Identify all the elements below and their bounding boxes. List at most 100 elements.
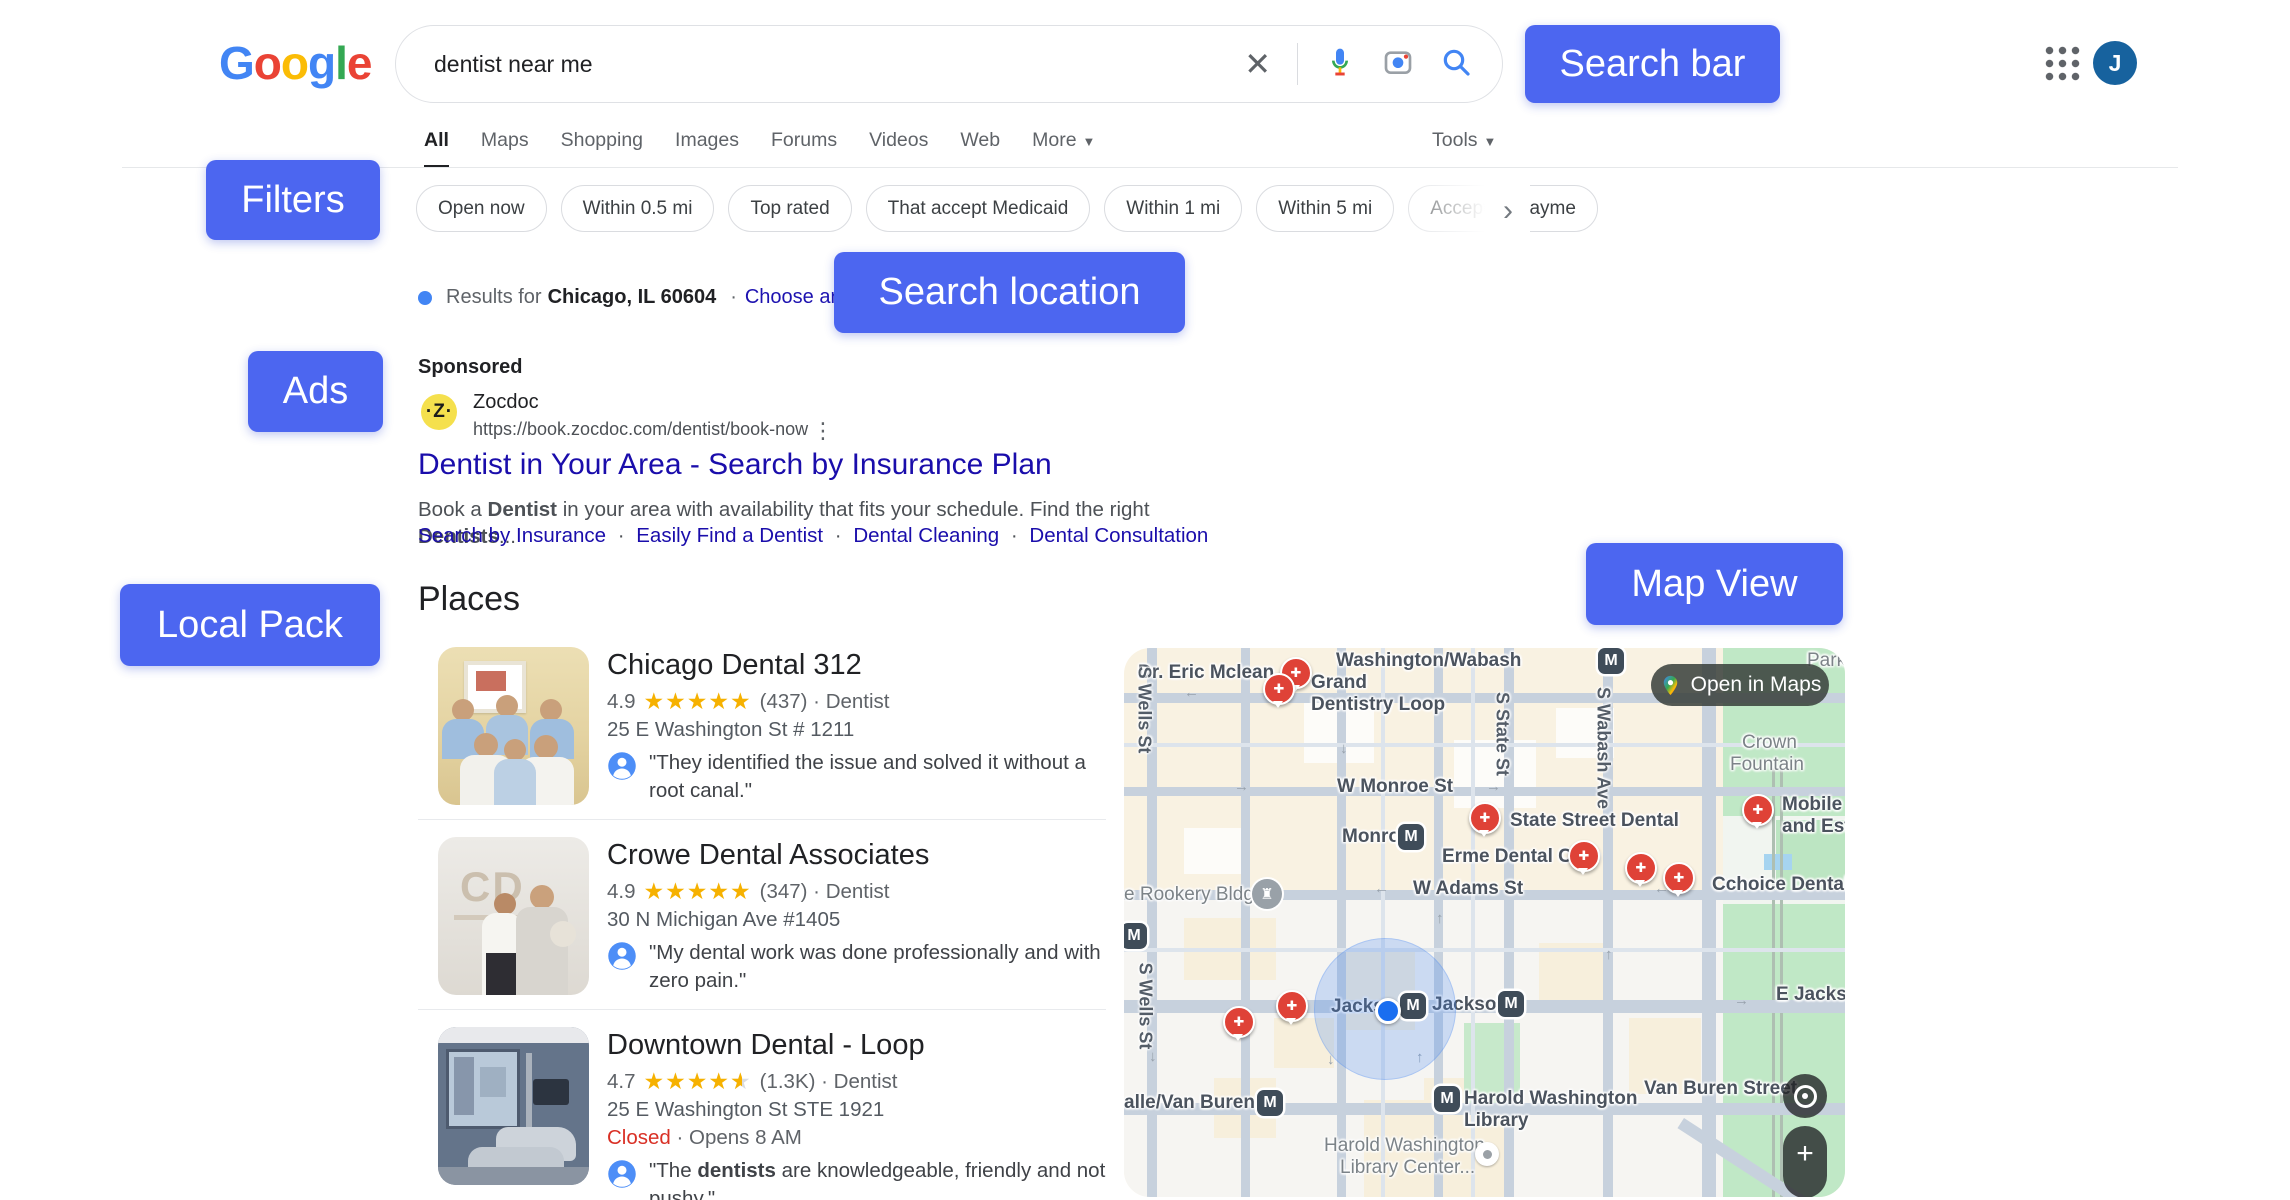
results-for-prefix: Results for (446, 286, 542, 309)
metro-station-icon[interactable]: M (1400, 993, 1426, 1019)
filter-chip[interactable]: That accept Medicaid (866, 185, 1091, 232)
dentist-map-pin[interactable]: ✚ (1276, 990, 1308, 1022)
google-logo[interactable]: Google (219, 36, 371, 90)
map-street (1124, 743, 1845, 747)
map-label: Crown (1742, 732, 1797, 754)
tab-videos[interactable]: Videos (869, 129, 928, 168)
listing-divider (418, 819, 1106, 820)
logo-letter: G (219, 37, 254, 89)
tab-all[interactable]: All (424, 129, 449, 168)
filter-chip[interactable]: Within 5 mi (1256, 185, 1394, 232)
listing-address: 25 E Washington St # 1211 (607, 716, 1122, 744)
my-location-button[interactable] (1783, 1074, 1827, 1118)
metro-station-icon[interactable]: M (1124, 923, 1147, 949)
sitelink[interactable]: Search by Insurance (418, 524, 606, 547)
one-way-arrow-icon: ↑ (1436, 910, 1444, 927)
dentist-map-pin[interactable]: ✚ (1742, 794, 1774, 826)
sitelink[interactable]: Dental Consultation (1029, 524, 1208, 547)
dentist-map-pin[interactable]: ✚ (1263, 673, 1295, 705)
filter-chip[interactable]: Top rated (728, 185, 851, 232)
listing-photo[interactable] (438, 1027, 589, 1185)
map-label: Library Center... (1340, 1157, 1475, 1179)
tab-more[interactable]: More▼ (1032, 129, 1095, 168)
one-way-arrow-icon: ↓ (1149, 1048, 1157, 1065)
current-location-dot (1375, 998, 1401, 1024)
search-bar[interactable]: dentist near me ✕ (395, 25, 1503, 103)
map-label: State Street Dental (1510, 810, 1679, 832)
annotation-filters: Filters (206, 160, 380, 240)
filter-chip[interactable]: Within 0.5 mi (561, 185, 715, 232)
listing-name[interactable]: Crowe Dental Associates (607, 839, 1122, 872)
map-view[interactable]: Dr. Eric McleanGrandDentistry LoopWashin… (1124, 648, 1845, 1197)
search-bar-icons: ✕ (1244, 43, 1472, 85)
listing-name[interactable]: Chicago Dental 312 (607, 649, 1122, 682)
sitelink[interactable]: Easily Find a Dentist (636, 524, 823, 547)
filter-chip[interactable]: Within 1 mi (1104, 185, 1242, 232)
map-label: and Esth (1782, 816, 1845, 838)
zoom-in-button[interactable]: + (1783, 1126, 1827, 1197)
map-block (1764, 854, 1792, 870)
tab-shopping[interactable]: Shopping (561, 129, 643, 168)
tab-maps[interactable]: Maps (481, 129, 529, 168)
tab-web[interactable]: Web (960, 129, 1000, 168)
street-name-vertical: S Wells St (1135, 963, 1156, 1050)
map-street (1381, 648, 1385, 1197)
chips-scroll-right-icon[interactable]: › (1503, 194, 1513, 228)
results-location: Chicago, IL 60604 (548, 286, 717, 309)
tools-button[interactable]: Tools▼ (1432, 129, 1496, 152)
listing-photo[interactable] (438, 647, 589, 805)
logo-letter: o (254, 37, 281, 89)
filter-chip[interactable]: Open now (416, 185, 547, 232)
map-label: E Jackso (1776, 984, 1845, 1006)
advertiser-name: Zocdoc (473, 391, 539, 414)
listing-review: "The dentists are knowledgeable, friendl… (607, 1157, 1122, 1200)
metro-station-icon[interactable]: M (1398, 824, 1424, 850)
reviewer-icon (607, 1159, 637, 1189)
map-label: e Rookery Bldg (1124, 884, 1254, 906)
ad-title-link[interactable]: Dentist in Your Area - Search by Insuran… (418, 448, 1052, 482)
street-name-vertical: S State St (1492, 692, 1513, 776)
result-tabs: All Maps Shopping Images Forums Videos Web More… (424, 129, 1095, 168)
search-submit-icon[interactable] (1440, 46, 1472, 83)
dentist-map-pin[interactable]: ✚ (1469, 802, 1501, 834)
dentist-map-pin[interactable]: ✚ (1625, 852, 1657, 884)
dentist-map-pin[interactable]: ✚ (1663, 862, 1695, 894)
metro-station-icon[interactable]: M (1434, 1086, 1460, 1112)
street-name-vertical: S Wells St (1134, 667, 1155, 754)
map-label: Grand (1311, 672, 1367, 694)
search-input[interactable]: dentist near me (434, 51, 1244, 78)
listing-photo[interactable]: CD (438, 837, 589, 995)
dentist-map-pin[interactable]: ✚ (1568, 840, 1600, 872)
listing-hours: Closed · Opens 8 AM (607, 1124, 1122, 1152)
listing-name[interactable]: Downtown Dental - Loop (607, 1029, 1122, 1062)
search-divider (1297, 43, 1298, 85)
logo-letter: e (347, 37, 372, 89)
map-label: Harold Washington (1464, 1088, 1637, 1110)
listing-address: 25 E Washington St STE 1921 (607, 1096, 1122, 1124)
dentist-map-pin[interactable]: ✚ (1223, 1006, 1255, 1038)
metro-station-icon[interactable]: M (1598, 648, 1624, 674)
map-label: Dentistry Loop (1311, 694, 1445, 716)
clear-search-icon[interactable]: ✕ (1244, 48, 1271, 80)
location-dot-icon (418, 291, 432, 305)
metro-station-icon[interactable]: M (1257, 1090, 1283, 1116)
lens-icon[interactable] (1382, 46, 1414, 83)
one-way-arrow-icon: ← (1184, 684, 1199, 701)
star-rating: ★★★★★ (644, 1070, 752, 1094)
metro-station-icon[interactable]: M (1498, 991, 1524, 1017)
apps-grid-icon[interactable] (2043, 44, 2082, 83)
places-heading: Places (418, 580, 520, 619)
local-pack-result: Downtown Dental - Loop4.7★★★★★(1.3K) · D… (438, 1027, 1118, 1187)
annotation-map-view: Map View (1586, 543, 1843, 625)
logo-letter: l (335, 37, 347, 89)
open-in-maps-button[interactable]: Open in Maps (1651, 664, 1829, 706)
tab-images[interactable]: Images (675, 129, 739, 168)
tab-forums[interactable]: Forums (771, 129, 837, 168)
listing-rating-line: 4.9★★★★★(347) · Dentist (607, 877, 1122, 906)
ad-menu-icon[interactable]: ⋮ (812, 418, 834, 444)
account-avatar[interactable]: J (2093, 41, 2137, 85)
sitelink[interactable]: Dental Cleaning (853, 524, 999, 547)
map-label: Van Buren Street (1644, 1078, 1797, 1100)
voice-search-icon[interactable] (1324, 46, 1356, 83)
google-serp-page: Google dentist near me ✕ J All Maps Shoppi… (0, 0, 2290, 1200)
